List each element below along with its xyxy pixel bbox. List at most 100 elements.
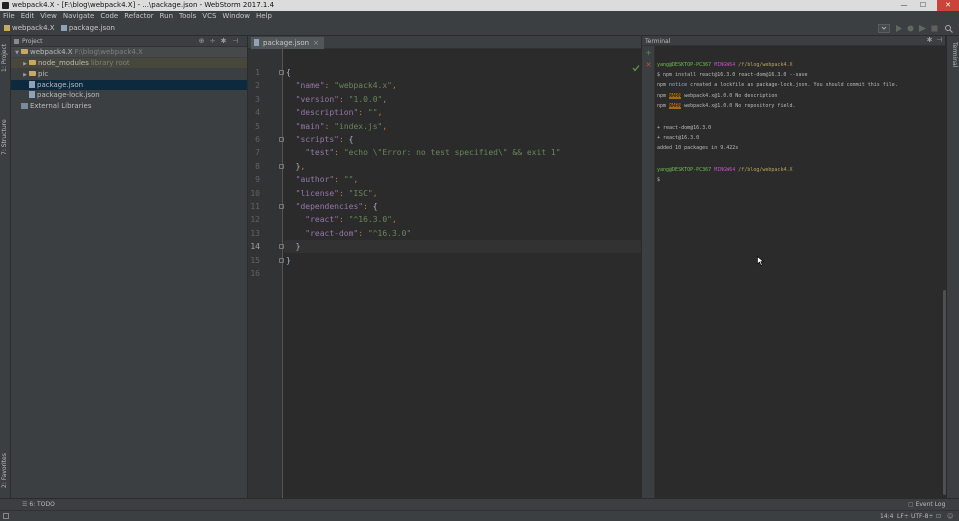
current-line-highlight <box>284 240 641 254</box>
menu-run[interactable]: Run <box>157 11 176 21</box>
terminal-command: $ npm install react@16.3.0 react-dom@16.… <box>657 72 808 78</box>
menu-code[interactable]: Code <box>97 11 121 21</box>
hide-panel-icon[interactable]: ⊣ <box>936 37 943 44</box>
run-icon[interactable] <box>894 24 903 33</box>
project-tool-tab[interactable]: 1: Project <box>1 40 10 76</box>
terminal-warn: npm WARN webpack4.x@1.0.0 No repository … <box>657 103 796 109</box>
menu-tools[interactable]: Tools <box>176 11 199 21</box>
line-number: 8 <box>255 161 260 171</box>
coverage-icon[interactable] <box>918 24 927 33</box>
fold-marker-icon[interactable] <box>279 137 284 142</box>
line-number: 5 <box>255 121 260 131</box>
code-line: "react": "^16.3.0", <box>305 215 397 225</box>
terminal-warn: npm WARN webpack4.x@1.0.0 No description <box>657 93 778 99</box>
tree-item-package-json[interactable]: package.json <box>11 80 247 90</box>
bottom-tool-bar: ☰ 6: TODO ▢ Event Log <box>0 498 959 510</box>
fold-marker-icon[interactable] <box>279 244 284 250</box>
code-line: "name": "webpack4.x", <box>295 81 397 91</box>
terminal-prompt: yang@DESKTOP-PC367 MINGW64 /f/blog/webpa… <box>657 167 793 173</box>
file-encoding[interactable]: UTF-8÷ <box>911 511 934 521</box>
terminal-header: Terminal ✱ ⊣ <box>642 36 945 46</box>
run-config-dropdown[interactable] <box>878 24 890 33</box>
tree-item-pic[interactable]: ▶ pic <box>11 69 247 79</box>
search-everywhere-icon[interactable] <box>944 24 953 33</box>
code-line: { <box>286 68 291 77</box>
tree-item-package-lock-json[interactable]: package-lock.json <box>11 90 247 100</box>
folder-icon <box>29 71 36 76</box>
tree-item-root[interactable]: ▼ webpack4.X F:\blog\webpack4.X <box>11 47 247 57</box>
right-tool-strip: Terminal <box>946 36 959 498</box>
left-tool-strip: 1: Project 7: Structure 2: Favorites <box>0 36 11 498</box>
editor-tab-bar: package.json × <box>248 36 641 49</box>
favorites-tool-tab[interactable]: 2: Favorites <box>1 450 10 492</box>
menu-edit[interactable]: Edit <box>18 11 38 21</box>
json-file-icon <box>254 39 259 46</box>
fold-marker-icon[interactable] <box>279 257 284 263</box>
project-view-icon <box>14 39 19 44</box>
close-session-icon[interactable]: ✕ <box>645 62 652 69</box>
line-number: 16 <box>250 269 260 278</box>
menu-view[interactable]: View <box>37 11 60 21</box>
window-title: webpack4.X - [F:\blog\webpack4.X] - ...\… <box>12 1 275 9</box>
terminal-tool-tab[interactable]: Terminal <box>949 42 958 82</box>
minimize-button[interactable]: — <box>895 0 913 11</box>
fold-marker-icon[interactable] <box>279 70 284 75</box>
expand-arrow-icon[interactable]: ▼ <box>14 48 20 58</box>
line-number: 9 <box>255 175 260 185</box>
close-button[interactable]: ✕ <box>937 0 959 11</box>
line-separator[interactable]: LF÷ <box>897 511 909 521</box>
gear-icon[interactable]: ✱ <box>926 37 933 44</box>
code-line: } <box>286 255 291 265</box>
menu-window[interactable]: Window <box>219 11 253 21</box>
expand-arrow-icon[interactable]: ▶ <box>22 59 28 69</box>
tool-windows-icon[interactable] <box>3 513 9 519</box>
structure-tool-tab[interactable]: 7: Structure <box>1 118 10 156</box>
folder-icon <box>21 49 28 54</box>
code-line: "author": "", <box>295 175 359 185</box>
project-panel-header: Project ⊕ ÷ ✱ ⊣ <box>11 36 247 47</box>
tree-item-node-modules[interactable]: ▶ node_modules library root <box>11 58 247 68</box>
fold-marker-icon[interactable] <box>279 204 284 209</box>
menu-vcs[interactable]: VCS <box>199 11 219 21</box>
debug-icon[interactable] <box>906 24 915 33</box>
line-number: 14 <box>250 242 260 252</box>
menu-file[interactable]: File <box>0 11 18 21</box>
menu-help[interactable]: Help <box>253 11 275 21</box>
fold-marker-icon[interactable] <box>279 163 284 169</box>
code-line: "dependencies": { <box>295 202 378 211</box>
code-line: "main": "index.js", <box>295 121 388 131</box>
sync-icon[interactable]: ⊕ <box>198 38 205 45</box>
folder-icon <box>29 60 36 65</box>
checkmark-icon <box>632 65 640 72</box>
tab-package-json[interactable]: package.json × <box>251 37 324 49</box>
code-line: } <box>295 242 301 252</box>
menu-navigate[interactable]: Navigate <box>60 11 97 21</box>
line-number: 15 <box>250 255 260 265</box>
title-bar: webpack4.X - [F:\blog\webpack4.X] - ...\… <box>0 0 959 11</box>
breadcrumb-project[interactable]: webpack4.X <box>4 21 55 36</box>
line-number: 1 <box>255 68 260 77</box>
new-session-icon[interactable]: + <box>645 50 652 57</box>
line-number: 10 <box>250 188 260 198</box>
inspector-icon[interactable]: ☺ <box>947 511 953 521</box>
terminal-output: added 10 packages in 9.422s <box>657 145 739 151</box>
tree-item-external-libraries[interactable]: External Libraries <box>11 101 247 111</box>
terminal-toolbar: + ✕ <box>642 46 655 498</box>
lock-icon[interactable]: ⊡ <box>936 511 941 521</box>
menu-refactor[interactable]: Refactor <box>121 11 156 21</box>
expand-arrow-icon[interactable]: ▶ <box>22 70 28 80</box>
scroll-from-source-icon[interactable]: ÷ <box>209 38 216 45</box>
line-number: 11 <box>250 202 260 211</box>
stop-icon[interactable] <box>930 24 939 33</box>
caret-position[interactable]: 14:4 <box>880 511 893 521</box>
json-file-icon <box>29 91 35 98</box>
gear-icon[interactable]: ✱ <box>220 38 227 45</box>
hide-panel-icon[interactable]: ⊣ <box>232 38 239 45</box>
code-line: "version": "1.0.0", <box>295 94 388 104</box>
terminal-prompt: yang@DESKTOP-PC367 MINGW64 /f/blog/webpa… <box>657 62 793 68</box>
folder-icon <box>4 25 10 31</box>
terminal-notice: npm notice created a lockfile as package… <box>657 82 898 88</box>
maximize-button[interactable]: ☐ <box>914 0 932 11</box>
breadcrumb-file[interactable]: package.json <box>60 21 115 36</box>
close-tab-icon[interactable]: × <box>313 39 319 47</box>
